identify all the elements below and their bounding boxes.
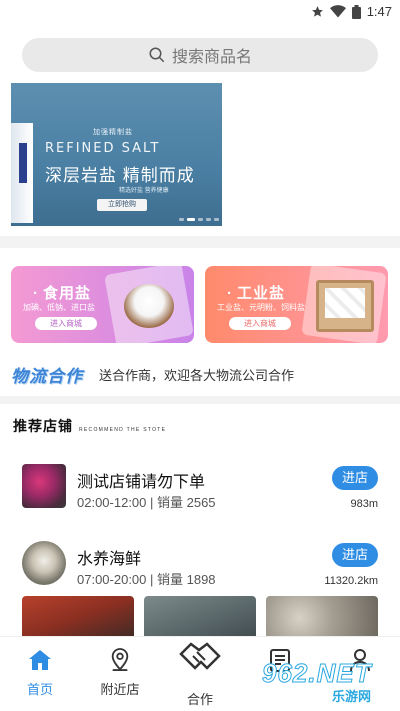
category-subtitle: 工业盐、元明粉、饲料盐 bbox=[217, 303, 305, 312]
carousel-dot-active[interactable] bbox=[187, 218, 195, 221]
tab-cooperation[interactable]: 合作 bbox=[165, 642, 235, 708]
enter-mall-button[interactable]: 进入商城 bbox=[35, 317, 97, 330]
recommend-header: 推荐店铺 RECOMMEND THE STOTE bbox=[13, 416, 166, 436]
enter-mall-button[interactable]: 进入商城 bbox=[229, 317, 291, 330]
tab-label: 首页 bbox=[26, 682, 53, 697]
salt-bowl-image bbox=[124, 284, 174, 328]
banner-english: REFINED SALT bbox=[45, 141, 161, 156]
carousel-dot[interactable] bbox=[214, 218, 219, 221]
category-subtitle: 加碘、低钠、进口盐 bbox=[23, 303, 95, 312]
shop-item[interactable]: 水养海鲜 07:00-20:00 | 销量 1898 进店 11320.2km bbox=[0, 541, 400, 601]
enter-shop-button[interactable]: 进店 bbox=[332, 466, 378, 490]
shop-meta: 02:00-12:00 | 销量 2565 bbox=[77, 495, 216, 510]
banner-small-text: 精选好盐 营养健康 bbox=[119, 188, 169, 194]
wifi-icon bbox=[329, 5, 346, 18]
divider bbox=[0, 236, 400, 248]
recommend-subtitle: RECOMMEND THE STOTE bbox=[79, 427, 167, 433]
watermark-logo: 962.NET bbox=[262, 658, 372, 689]
tab-nearby[interactable]: 附近店 bbox=[85, 645, 155, 698]
promo-banner[interactable]: 加强精制盐 REFINED SALT 深层岩盐 精制而成 精选好盐 营养健康 立… bbox=[11, 83, 222, 226]
battery-icon bbox=[351, 4, 361, 19]
divider bbox=[0, 396, 400, 404]
shop-name: 水养海鲜 bbox=[77, 551, 142, 568]
industrial-salt-card[interactable]: 工业盐 工业盐、元明粉、饲料盐 进入商城 bbox=[205, 266, 388, 343]
shop-thumbnail bbox=[22, 464, 66, 508]
shop-item[interactable]: 测试店铺请勿下单 02:00-12:00 | 销量 2565 进店 983m bbox=[0, 464, 400, 524]
shop-meta: 07:00-20:00 | 销量 1898 bbox=[77, 572, 216, 587]
recommend-title: 推荐店铺 bbox=[13, 418, 73, 434]
category-title: 工业盐 bbox=[227, 282, 285, 303]
watermark-subtext: 乐游网 bbox=[332, 689, 372, 704]
search-icon bbox=[149, 47, 165, 63]
shop-thumbnail bbox=[22, 541, 66, 585]
banner-headline: 深层岩盐 精制而成 bbox=[45, 166, 195, 185]
carousel-dot[interactable] bbox=[198, 218, 203, 221]
status-bar: 1:47 bbox=[0, 0, 400, 26]
star-icon bbox=[311, 6, 323, 17]
category-title: 食用盐 bbox=[33, 282, 91, 303]
carousel-dot[interactable] bbox=[179, 218, 184, 221]
carousel-dot[interactable] bbox=[206, 218, 211, 221]
status-icons: 1:47 bbox=[311, 4, 392, 19]
search-bar[interactable]: 搜索商品名 bbox=[22, 38, 378, 72]
search-placeholder: 搜索商品名 bbox=[171, 49, 252, 66]
handshake-icon bbox=[179, 642, 221, 670]
tab-label: 合作 bbox=[186, 692, 213, 707]
logistics-title: 物流合作 bbox=[11, 366, 83, 386]
salt-bag-image bbox=[11, 123, 33, 223]
shop-distance: 983m bbox=[350, 498, 378, 510]
site-watermark: 962.NET 乐游网 bbox=[262, 658, 394, 705]
shop-name: 测试店铺请勿下单 bbox=[77, 474, 206, 491]
home-icon bbox=[29, 650, 51, 670]
logistics-marquee-text: 送合作商，欢迎各大物流公司合作 bbox=[99, 367, 295, 383]
location-pin-icon bbox=[111, 648, 129, 671]
shop-photos bbox=[22, 596, 378, 640]
product-photo[interactable] bbox=[144, 596, 256, 640]
logistics-notice[interactable]: 物流合作 送合作商，欢迎各大物流公司合作 bbox=[11, 361, 389, 387]
shop-distance: 11320.2km bbox=[324, 575, 378, 587]
carousel-dots[interactable] bbox=[179, 218, 219, 221]
banner-buy-button[interactable]: 立即抢购 bbox=[97, 199, 147, 211]
edible-salt-card[interactable]: 食用盐 加碘、低钠、进口盐 进入商城 bbox=[11, 266, 194, 343]
product-photo[interactable] bbox=[22, 596, 134, 640]
banner-top-text: 加强精制盐 bbox=[93, 129, 133, 136]
product-photo[interactable] bbox=[266, 596, 378, 640]
enter-shop-button[interactable]: 进店 bbox=[332, 543, 378, 567]
tab-label: 附近店 bbox=[100, 682, 140, 697]
status-time: 1:47 bbox=[366, 4, 392, 19]
tab-home[interactable]: 首页 bbox=[5, 645, 75, 698]
salt-crate-image bbox=[316, 280, 374, 332]
